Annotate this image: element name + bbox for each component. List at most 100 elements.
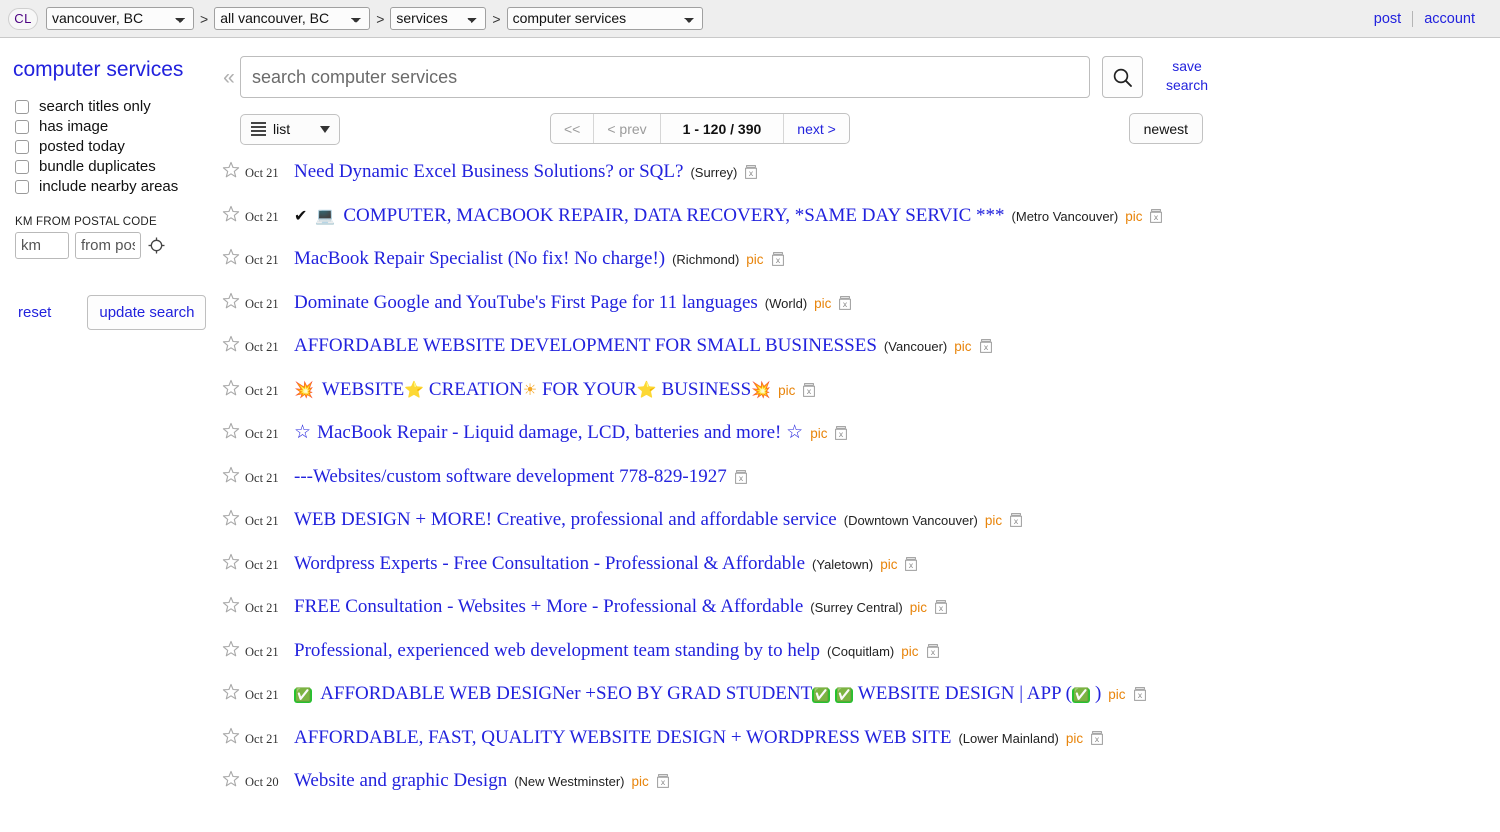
trash-x-icon[interactable]: x (734, 469, 748, 490)
trash-x-icon[interactable]: x (904, 556, 918, 577)
trash-x-icon[interactable]: x (656, 774, 670, 794)
post-link[interactable]: post (1363, 11, 1412, 27)
title-text: FOR YOUR (537, 378, 637, 400)
search-input[interactable] (240, 56, 1090, 98)
filter-checkbox-row-0[interactable]: search titles only (15, 99, 214, 114)
star-outline-icon[interactable] (222, 509, 240, 532)
save-search-link[interactable]: save search (1161, 57, 1213, 95)
breadcrumb-select-city[interactable]: vancouver, BC (46, 7, 194, 30)
star-outline-icon[interactable] (222, 596, 240, 619)
listing-date: Oct 21 (245, 427, 279, 441)
listing-pic-tag[interactable]: pic (954, 339, 971, 354)
listing-title-link[interactable]: ---Websites/custom software development … (294, 466, 727, 488)
trash-x-icon[interactable]: x (802, 382, 816, 403)
filter-checkbox-bundle-duplicates[interactable] (15, 159, 29, 174)
listing-title-link[interactable]: MacBook Repair Specialist (No fix! No ch… (294, 248, 665, 270)
top-header-bar: CL vancouver, BC > all vancouver, BC > s… (0, 0, 1500, 38)
listing-pic-tag[interactable]: pic (810, 426, 827, 441)
listing-title-link[interactable]: AFFORDABLE WEB DESIGNer +SEO BY GRAD STU… (320, 683, 1101, 705)
reset-link[interactable]: reset (18, 304, 51, 321)
breadcrumb-select-area[interactable]: all vancouver, BC (214, 7, 371, 30)
view-mode-label: list (273, 121, 291, 137)
listing-pic-tag[interactable]: pic (1066, 731, 1083, 746)
listing-title-link[interactable]: FREE Consultation - Websites + More - Pr… (294, 596, 803, 618)
trash-x-icon[interactable]: x (979, 339, 993, 359)
filter-checkbox-row-1[interactable]: has image (15, 119, 214, 134)
listing-pic-tag[interactable]: pic (814, 296, 831, 311)
trash-x-icon[interactable]: x (934, 600, 948, 620)
star-outline-icon[interactable] (222, 422, 240, 445)
star-outline-icon[interactable] (222, 205, 240, 228)
update-search-button[interactable]: update search (87, 295, 207, 331)
listing-pic-tag[interactable]: pic (632, 774, 649, 789)
listing-title-link[interactable]: COMPUTER, MACBOOK REPAIR, DATA RECOVERY,… (343, 205, 1004, 227)
listing-title-link[interactable]: Dominate Google and YouTube's First Page… (294, 292, 758, 314)
trash-x-icon[interactable]: x (1149, 208, 1163, 229)
view-mode-dropdown[interactable]: list (240, 113, 340, 145)
filter-checkbox-row-4[interactable]: include nearby areas (15, 179, 214, 194)
craigslist-logo[interactable]: CL (8, 7, 38, 30)
filter-checkbox-has-image[interactable] (15, 119, 29, 134)
star-outline-icon[interactable] (222, 161, 240, 184)
listing-pic-tag[interactable]: pic (1108, 687, 1125, 702)
star-outline-icon[interactable] (222, 683, 240, 706)
listing-pic-tag[interactable]: pic (985, 513, 1002, 528)
star-outline-icon[interactable] (222, 292, 240, 315)
star-outline-icon[interactable] (222, 379, 240, 402)
star-outline-icon[interactable] (222, 770, 240, 793)
listing-pic-tag[interactable]: pic (746, 252, 763, 267)
star-outline-icon[interactable] (222, 727, 240, 750)
pager-next-button[interactable]: next > (784, 114, 849, 143)
listing-pic-tag[interactable]: pic (1125, 209, 1142, 224)
pager-prev-button[interactable]: < prev (594, 114, 661, 143)
account-link[interactable]: account (1413, 11, 1486, 27)
listing-title-link[interactable]: AFFORDABLE, FAST, QUALITY WEBSITE DESIGN… (294, 727, 951, 749)
listing-pic-tag[interactable]: pic (910, 600, 927, 615)
star-outline-icon[interactable] (222, 248, 240, 271)
pager-first-button[interactable]: << (551, 114, 595, 143)
listing-title-link[interactable]: Wordpress Experts - Free Consultation - … (294, 553, 805, 575)
star-outline-icon[interactable] (222, 466, 240, 489)
trash-x-icon[interactable]: x (1090, 730, 1104, 751)
filter-checkbox-row-2[interactable]: posted today (15, 139, 214, 154)
trash-x-icon[interactable]: x (1133, 687, 1147, 707)
trash-x-icon[interactable]: x (838, 295, 852, 316)
listing-title-link[interactable]: WEB DESIGN + MORE! Creative, professiona… (294, 509, 837, 531)
svg-text:x: x (983, 343, 988, 352)
listing-title-link[interactable]: ☆ MacBook Repair - Liquid damage, LCD, b… (294, 421, 803, 444)
listing-title-link[interactable]: Professional, experienced web developmen… (294, 640, 820, 662)
trash-x-icon[interactable]: x (744, 165, 758, 185)
chevron-double-left-icon[interactable]: « (218, 50, 240, 97)
listing-pic-tag[interactable]: pic (778, 383, 795, 398)
trash-x-icon[interactable]: x (834, 426, 848, 446)
trash-x-icon[interactable]: x (926, 643, 940, 664)
trash-x-icon[interactable]: x (771, 252, 785, 272)
listing-title-link[interactable]: Need Dynamic Excel Business Solutions? o… (294, 161, 683, 183)
filter-checkbox-search-titles-only[interactable] (15, 99, 29, 114)
listing-date: Oct 21 (245, 644, 279, 659)
postal-code-input[interactable] (75, 232, 141, 260)
listing-title-link[interactable]: Website and graphic Design (294, 770, 507, 792)
filter-checkbox-row-3[interactable]: bundle duplicates (15, 159, 214, 174)
listing-title-link[interactable]: AFFORDABLE WEBSITE DEVELOPMENT FOR SMALL… (294, 335, 877, 357)
filter-checkbox-label: search titles only (39, 98, 151, 116)
distance-km-input[interactable] (15, 232, 69, 260)
listing-row: Oct 21 FREE Consultation - Websites + Mor… (216, 594, 1500, 638)
filter-checkbox-include-nearby-areas[interactable] (15, 179, 29, 194)
breadcrumb-select-category[interactable]: services (390, 7, 487, 30)
filter-checkbox-posted-today[interactable] (15, 139, 29, 154)
listing-pic-tag[interactable]: pic (901, 644, 918, 659)
crosshair-icon[interactable] (148, 237, 165, 254)
listing-pic-tag[interactable]: pic (880, 557, 897, 572)
star-outline-icon[interactable] (222, 553, 240, 576)
star-outline-icon[interactable] (222, 640, 240, 663)
sort-order-button[interactable]: newest (1128, 113, 1203, 144)
trash-x-icon[interactable]: x (1009, 513, 1023, 533)
listing-neighborhood: (Coquitlam) (827, 643, 895, 659)
breadcrumb-select-subcategory[interactable]: computer services (506, 7, 703, 30)
star-outline-icon[interactable] (222, 335, 240, 358)
listing-title-link[interactable]: WEBSITE⭐ CREATION☀ FOR YOUR⭐ BUSINESS💥 (322, 379, 771, 401)
listing-date: Oct 21 (245, 557, 279, 572)
header-links: post account (1363, 0, 1486, 38)
search-button[interactable] (1102, 56, 1143, 98)
